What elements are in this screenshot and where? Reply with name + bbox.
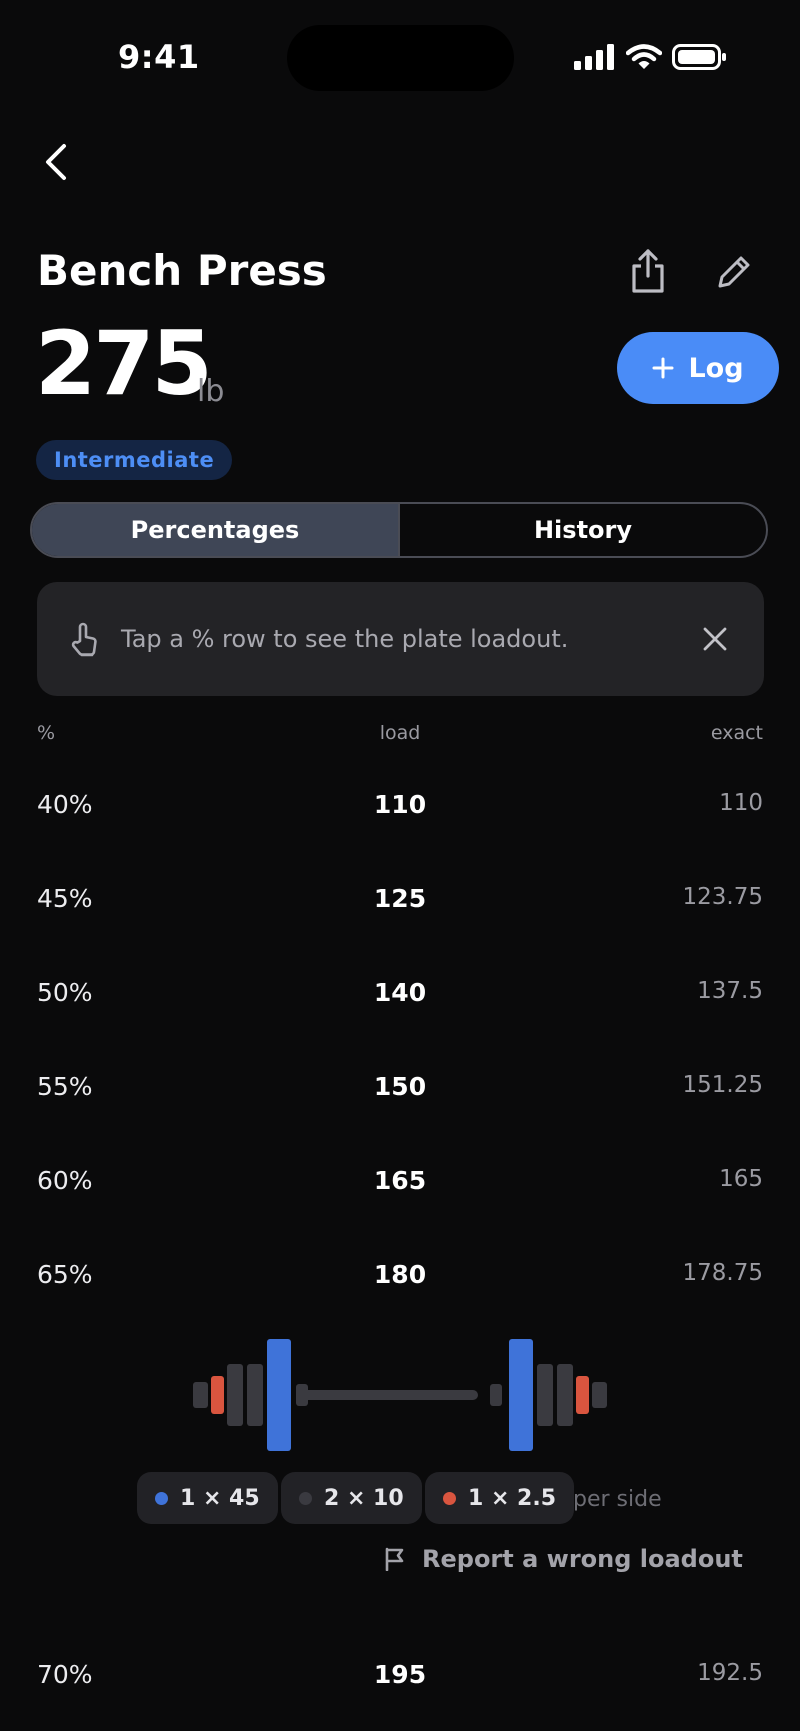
row-exact: 178.75 [682,1260,763,1286]
row-exact: 123.75 [682,884,763,910]
tab-percentages[interactable]: Percentages [32,504,400,556]
one-rep-max-value: 275 [35,312,213,415]
level-badge: Intermediate [36,440,233,480]
status-icons [574,44,728,70]
column-header-exact: exact [710,722,763,744]
column-header-load: load [379,722,421,744]
table-row[interactable]: 60% 165 165 [0,1166,800,1206]
barbell-loadout-diagram [193,1339,607,1451]
plate-45-right [509,1339,533,1451]
plate-2-5-right [576,1376,589,1414]
tab-history[interactable]: History [400,504,766,556]
plate-10-left [247,1364,263,1426]
table-row[interactable]: 40% 110 110 [0,790,800,830]
barbell-collar-left [296,1384,308,1406]
barbell-shaft [300,1390,478,1400]
plate-count-label: 2 × 10 [324,1485,404,1511]
back-chevron-icon[interactable] [36,140,80,184]
table-row[interactable]: 45% 125 123.75 [0,884,800,924]
table-row[interactable]: 50% 140 137.5 [0,978,800,1018]
cellular-signal-icon [574,44,614,70]
row-exact: 137.5 [697,978,763,1004]
row-exact: 165 [719,1166,763,1192]
row-load: 180 [373,1260,427,1289]
plate-pill-45: 1 × 45 [137,1472,278,1524]
row-load: 125 [373,884,427,913]
plus-icon [652,357,674,379]
wifi-icon [626,44,662,69]
plate-count-label: 1 × 2.5 [468,1485,557,1511]
plate-10-right [557,1364,573,1426]
dynamic-island [287,25,514,91]
close-icon[interactable] [702,626,728,652]
table-row[interactable]: 70% 195 192.5 [0,1660,800,1700]
plate-pill-2-5: 1 × 2.5 [425,1472,575,1524]
edit-pencil-icon[interactable] [714,252,754,292]
tip-banner: Tap a % row to see the plate loadout. [37,582,764,696]
row-load: 140 [373,978,427,1007]
tap-hand-icon [71,622,97,657]
plate-45-left [267,1339,291,1451]
report-loadout-label: Report a wrong loadout [422,1545,743,1573]
log-button-label: Log [688,352,744,384]
row-exact: 192.5 [697,1660,763,1686]
plate-10-right [537,1364,553,1426]
table-row-selected[interactable]: 65% 180 178.75 [0,1260,800,1300]
battery-icon [672,44,726,70]
row-exact: 151.25 [682,1072,763,1098]
collar-clip-left [193,1382,208,1408]
plate-count-label: 1 × 45 [180,1485,260,1511]
plate-color-dot [155,1491,168,1505]
table-row[interactable]: 55% 150 151.25 [0,1072,800,1112]
plate-10-left [227,1364,243,1426]
view-tabs: Percentages History [30,502,768,558]
plate-pill-10: 2 × 10 [281,1472,422,1524]
plate-2-5-left [211,1376,224,1414]
exercise-title: Bench Press [37,246,327,295]
log-button[interactable]: Log [617,332,779,404]
collar-clip-right [592,1382,607,1408]
plate-color-dot [443,1491,456,1505]
plate-color-dot [299,1491,312,1505]
flag-icon [385,1547,404,1571]
per-side-label: per side [573,1487,662,1512]
tip-text: Tap a % row to see the plate loadout. [121,625,569,653]
report-loadout-link[interactable]: Report a wrong loadout [384,1545,743,1573]
row-load: 165 [373,1166,427,1195]
row-load: 150 [373,1072,427,1101]
row-load: 110 [373,790,427,819]
barbell-collar-right [490,1384,502,1406]
row-load: 195 [373,1660,427,1689]
share-icon[interactable] [628,248,668,294]
weight-unit: lb [197,374,225,409]
row-exact: 110 [719,790,763,816]
status-time: 9:41 [118,38,200,76]
